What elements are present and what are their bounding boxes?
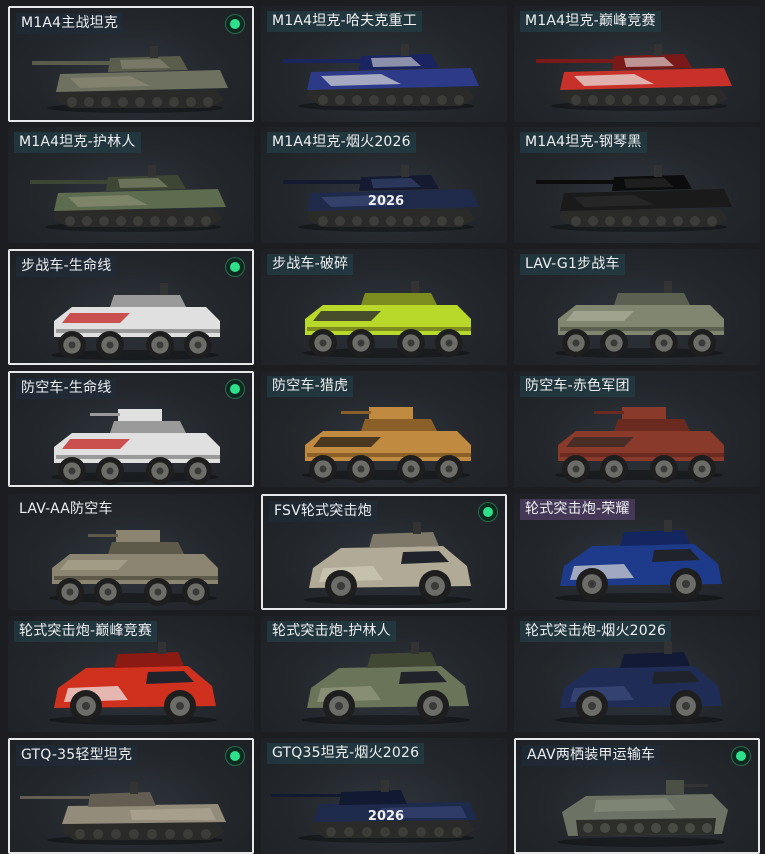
vehicle-skin-card[interactable]: 防空车-猎虎 (261, 371, 507, 487)
vehicle-skin-card[interactable]: 轮式突击炮-烟火2026 (514, 616, 760, 732)
vehicle-skin-card[interactable]: M1A4坦克-护林人 (8, 127, 254, 243)
vehicle-skin-name: LAV-AA防空车 (19, 501, 113, 517)
vehicle-skin-card[interactable]: GTQ-35轻型坦克 (8, 738, 254, 854)
vehicle-skin-name: M1A4坦克-钢琴黑 (520, 132, 647, 153)
vehicle-skin-card[interactable]: FSV轮式突击炮 (261, 494, 507, 610)
vehicle-skin-name: GTQ35坦克-烟火2026 (267, 743, 425, 764)
vehicle-skin-card[interactable]: LAV-AA防空车 (8, 494, 254, 610)
vehicle-skin-card[interactable]: 轮式突击炮-巅峰竞赛 (8, 616, 254, 732)
owned-indicator-icon (226, 258, 244, 276)
vehicle-skin-card[interactable]: M1A4坦克-钢琴黑 (514, 127, 760, 243)
vehicle-skin-card[interactable]: 2026 M1A4坦克-烟火2026 (261, 127, 507, 243)
vehicle-skin-card[interactable]: 防空车-赤色军团 (514, 371, 760, 487)
vehicle-skin-card[interactable]: 步战车-破碎 (261, 249, 507, 365)
vehicle-skin-name: 轮式突击炮-烟火2026 (520, 621, 672, 642)
vehicle-skin-name: M1A4坦克-哈夫克重工 (267, 11, 422, 32)
vehicle-skin-name: 轮式突击炮-巅峰竞赛 (14, 621, 158, 642)
vehicle-skin-name: 防空车-猎虎 (267, 376, 354, 397)
owned-indicator-icon (226, 747, 244, 765)
owned-indicator-icon (479, 503, 497, 521)
vehicle-skin-name: 步战车-生命线 (16, 256, 117, 277)
vehicle-decal-text: 2026 (368, 809, 404, 824)
owned-indicator-icon (226, 15, 244, 33)
vehicle-skin-card[interactable]: 2026 GTQ35坦克-烟火2026 (261, 738, 507, 854)
vehicle-skin-card[interactable]: 轮式突击炮-荣耀 (514, 494, 760, 610)
vehicle-skin-name: 步战车-破碎 (267, 254, 354, 275)
vehicle-skin-name: M1A4主战坦克 (16, 13, 124, 34)
vehicle-skin-card[interactable]: 轮式突击炮-护林人 (261, 616, 507, 732)
vehicle-skin-name: 防空车-赤色军团 (520, 376, 635, 397)
vehicle-skin-name: FSV轮式突击炮 (269, 501, 377, 522)
owned-indicator-icon (732, 747, 750, 765)
vehicle-skin-name: GTQ-35轻型坦克 (16, 745, 138, 766)
vehicle-skin-card[interactable]: M1A4主战坦克 (8, 6, 254, 122)
vehicle-skin-name: M1A4坦克-护林人 (14, 132, 141, 153)
vehicle-skin-grid: M1A4主战坦克 M1A4坦克-哈夫克重工 M1A4坦克-巅峰竞赛 M1A4坦克-护林… (0, 0, 765, 854)
vehicle-skin-name: M1A4坦克-巅峰竞赛 (520, 11, 661, 32)
owned-indicator-icon (226, 380, 244, 398)
vehicle-skin-card[interactable]: LAV-G1步战车 (514, 249, 760, 365)
vehicle-skin-name: 轮式突击炮-护林人 (267, 621, 396, 642)
vehicle-skin-card[interactable]: 步战车-生命线 (8, 249, 254, 365)
vehicle-skin-card[interactable]: 防空车-生命线 (8, 371, 254, 487)
vehicle-skin-name: 轮式突击炮-荣耀 (520, 499, 635, 520)
vehicle-skin-name: LAV-G1步战车 (520, 254, 625, 275)
vehicle-decal-text: 2026 (368, 194, 404, 209)
vehicle-skin-name: M1A4坦克-烟火2026 (267, 132, 416, 153)
vehicle-skin-name: 防空车-生命线 (16, 378, 117, 399)
vehicle-skin-card[interactable]: M1A4坦克-哈夫克重工 (261, 6, 507, 122)
vehicle-skin-card[interactable]: AAV两栖装甲运输车 (514, 738, 760, 854)
vehicle-skin-name: AAV两栖装甲运输车 (522, 745, 661, 766)
vehicle-skin-card[interactable]: M1A4坦克-巅峰竞赛 (514, 6, 760, 122)
